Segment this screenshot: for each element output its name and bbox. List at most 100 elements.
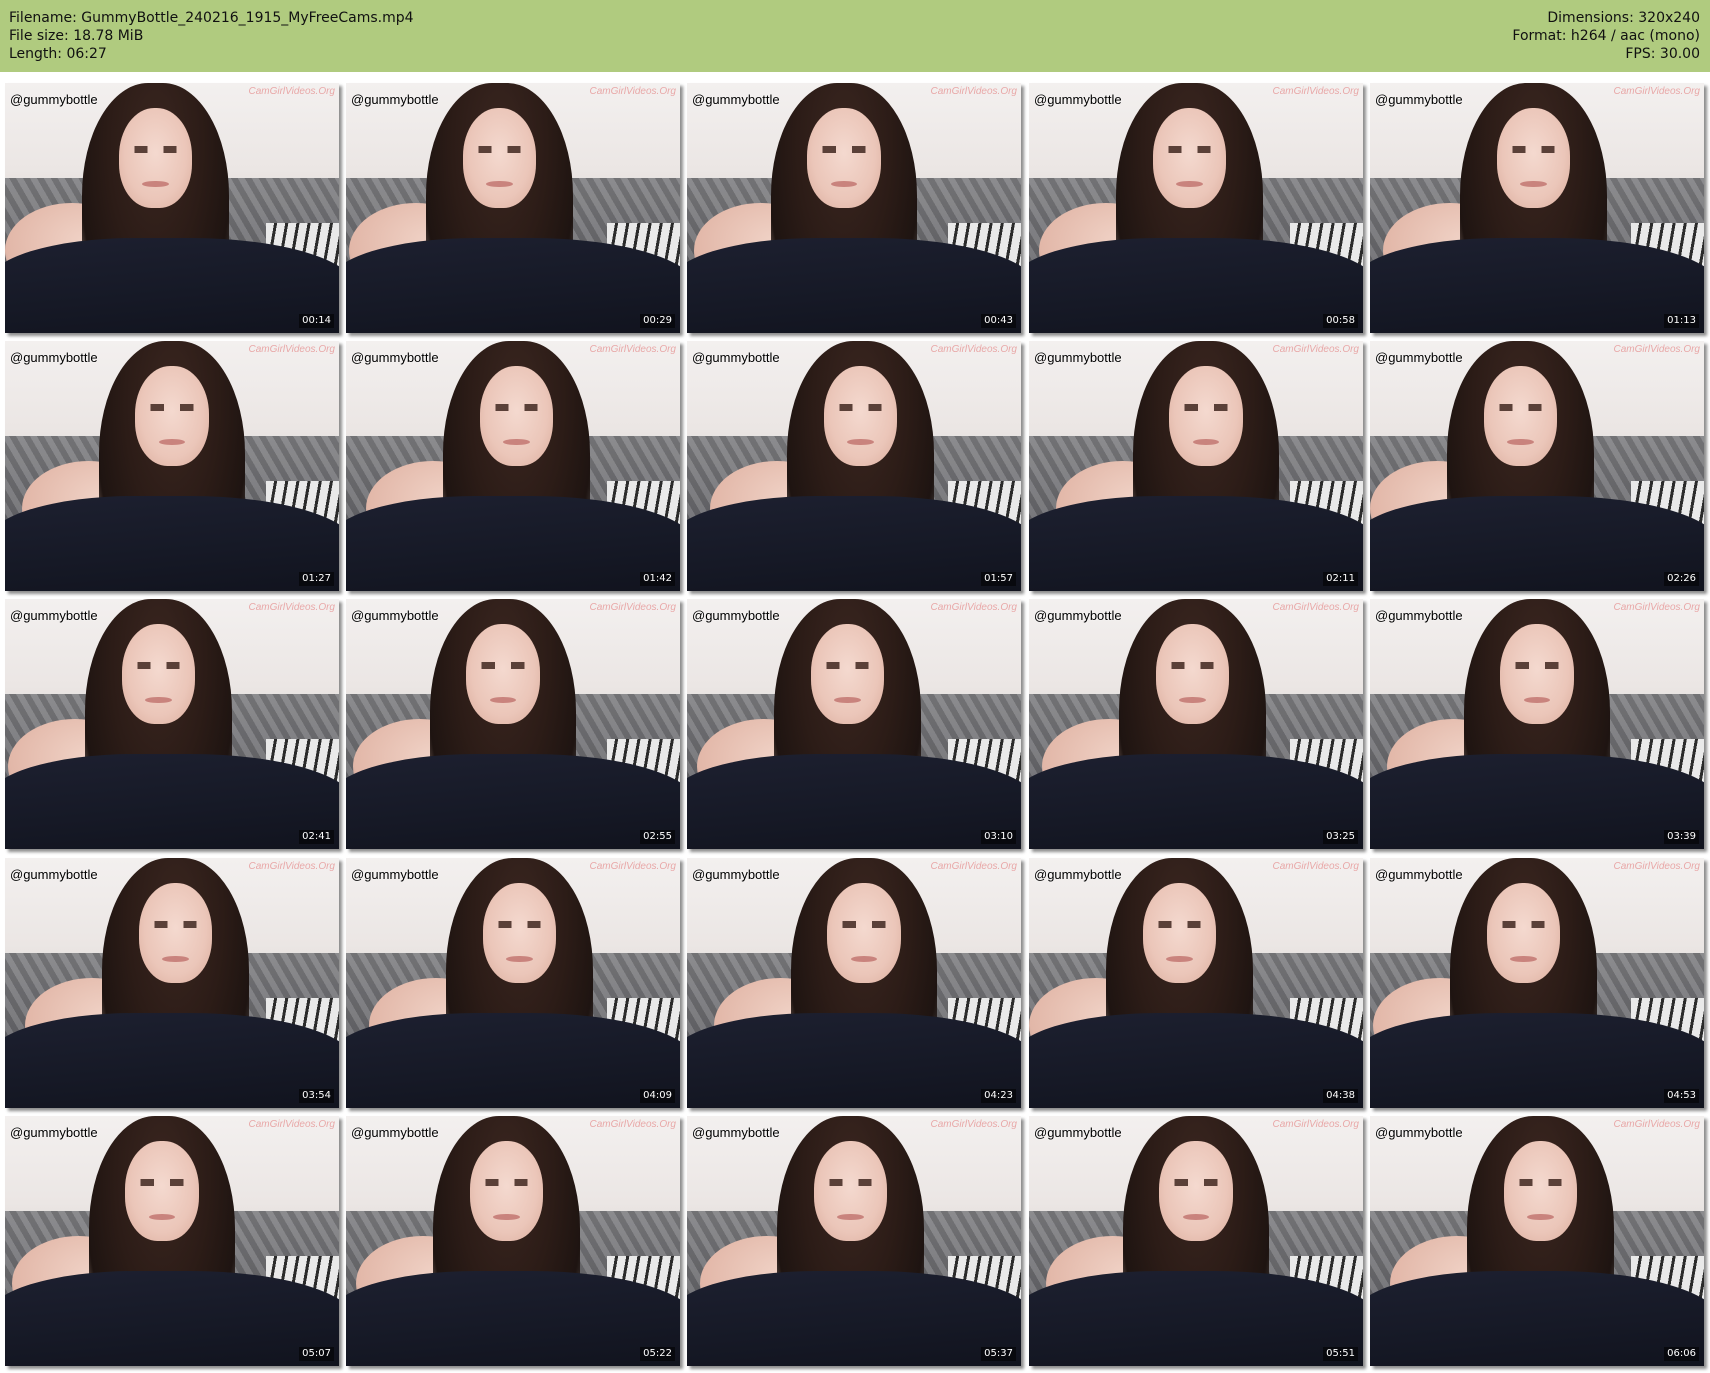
video-thumbnail: @gummybottle CamGirlVideos.Org 01:27 [5,341,339,591]
frame-blanket [346,238,680,333]
frame-face [462,108,537,208]
watermark-overlay: CamGirlVideos.Org [1272,1119,1359,1130]
username-overlay: @gummybottle [1034,350,1122,365]
frame-eyes [837,920,891,928]
frame-face [118,108,193,208]
frame-blanket [1029,496,1363,591]
frame-face [469,1141,544,1241]
frame-blanket [5,496,339,591]
watermark-overlay: CamGirlVideos.Org [589,344,676,355]
timestamp-label: 01:42 [640,572,675,586]
frame-eyes [1496,920,1551,928]
timestamp-label: 00:58 [1323,314,1358,328]
frame-face [807,108,881,208]
timestamp-label: 05:07 [299,1347,334,1361]
video-thumbnail: @gummybottle CamGirlVideos.Org 00:14 [5,83,339,333]
video-thumbnail: @gummybottle CamGirlVideos.Org 05:37 [687,1116,1021,1366]
video-thumbnail: @gummybottle CamGirlVideos.Org 05:07 [5,1116,339,1366]
frame-lips [158,438,186,445]
frame-face [138,883,213,983]
frame-lips [1179,696,1207,703]
frame-face [1159,1141,1233,1241]
watermark-overlay: CamGirlVideos.Org [930,344,1017,355]
frame-face [810,624,885,724]
video-thumbnail: @gummybottle CamGirlVideos.Org 01:42 [346,341,680,591]
timestamp-label: 01:57 [981,572,1016,586]
frame-eyes [135,1178,189,1186]
username-overlay: @gummybottle [351,92,439,107]
frame-blanket [1029,754,1363,849]
frame-lips [148,1213,176,1220]
frame-eyes [833,403,888,411]
frame-eyes [823,1178,878,1186]
frame-lips [1182,1213,1210,1220]
video-thumbnail: @gummybottle CamGirlVideos.Org 01:13 [1370,83,1704,333]
frame-face [479,366,554,466]
watermark-overlay: CamGirlVideos.Org [1613,344,1700,355]
watermark-overlay: CamGirlVideos.Org [1272,861,1359,872]
username-overlay: @gummybottle [10,608,98,623]
frame-eyes [131,661,186,669]
frame-blanket [1370,754,1704,849]
username-overlay: @gummybottle [351,1125,439,1140]
video-thumbnail: @gummybottle CamGirlVideos.Org 05:22 [346,1116,680,1366]
frame-blanket [687,1271,1021,1366]
video-thumbnail: @gummybottle CamGirlVideos.Org 05:51 [1029,1116,1363,1366]
username-overlay: @gummybottle [692,608,780,623]
watermark-overlay: CamGirlVideos.Org [248,602,335,613]
frame-eyes [1510,661,1564,669]
username-overlay: @gummybottle [10,92,98,107]
timestamp-label: 05:51 [1323,1347,1358,1361]
watermark-overlay: CamGirlVideos.Org [589,1119,676,1130]
frame-eyes [479,1178,534,1186]
frame-eyes [489,403,544,411]
video-thumbnail: @gummybottle CamGirlVideos.Org 02:41 [5,599,339,849]
frame-lips [1175,180,1203,187]
frame-face [135,366,209,466]
username-overlay: @gummybottle [1034,867,1122,882]
timestamp-label: 04:09 [640,1089,675,1103]
video-thumbnail: @gummybottle CamGirlVideos.Org 04:09 [346,858,680,1108]
frame-face [813,1141,888,1241]
video-thumbnail: @gummybottle CamGirlVideos.Org 03:54 [5,858,339,1108]
frame-blanket [687,1013,1021,1108]
watermark-overlay: CamGirlVideos.Org [589,602,676,613]
frame-lips [141,180,169,187]
frame-face [125,1141,199,1241]
frame-blanket [5,1271,339,1366]
frame-blanket [346,1271,680,1366]
frame-blanket [1029,238,1363,333]
video-thumbnail: @gummybottle CamGirlVideos.Org 06:06 [1370,1116,1704,1366]
username-overlay: @gummybottle [1375,608,1463,623]
username-overlay: @gummybottle [10,350,98,365]
video-thumbnail: @gummybottle CamGirlVideos.Org 03:25 [1029,599,1363,849]
frame-lips [502,438,530,445]
watermark-overlay: CamGirlVideos.Org [248,861,335,872]
watermark-overlay: CamGirlVideos.Org [248,86,335,97]
frame-eyes [476,661,530,669]
username-overlay: @gummybottle [10,1125,98,1140]
username-overlay: @gummybottle [692,92,780,107]
watermark-overlay: CamGirlVideos.Org [1613,86,1700,97]
frame-eyes [820,661,875,669]
frame-lips [492,1213,520,1220]
timestamp-label: 02:41 [299,830,334,844]
frame-eyes [1169,1178,1223,1186]
frame-face [1169,366,1243,466]
video-thumbnail: @gummybottle CamGirlVideos.Org 01:57 [687,341,1021,591]
username-overlay: @gummybottle [351,350,439,365]
timestamp-label: 01:13 [1664,314,1699,328]
timestamp-label: 03:54 [299,1089,334,1103]
watermark-overlay: CamGirlVideos.Org [1272,602,1359,613]
watermark-overlay: CamGirlVideos.Org [1613,1119,1700,1130]
watermark-overlay: CamGirlVideos.Org [248,1119,335,1130]
frame-lips [1520,180,1548,187]
video-thumbnail: @gummybottle CamGirlVideos.Org 02:55 [346,599,680,849]
frame-blanket [346,754,680,849]
frame-blanket [5,754,339,849]
username-overlay: @gummybottle [1375,1125,1463,1140]
timestamp-label: 04:53 [1664,1089,1699,1103]
watermark-overlay: CamGirlVideos.Org [1272,86,1359,97]
frame-face [1142,883,1217,983]
frame-eyes [1152,920,1207,928]
